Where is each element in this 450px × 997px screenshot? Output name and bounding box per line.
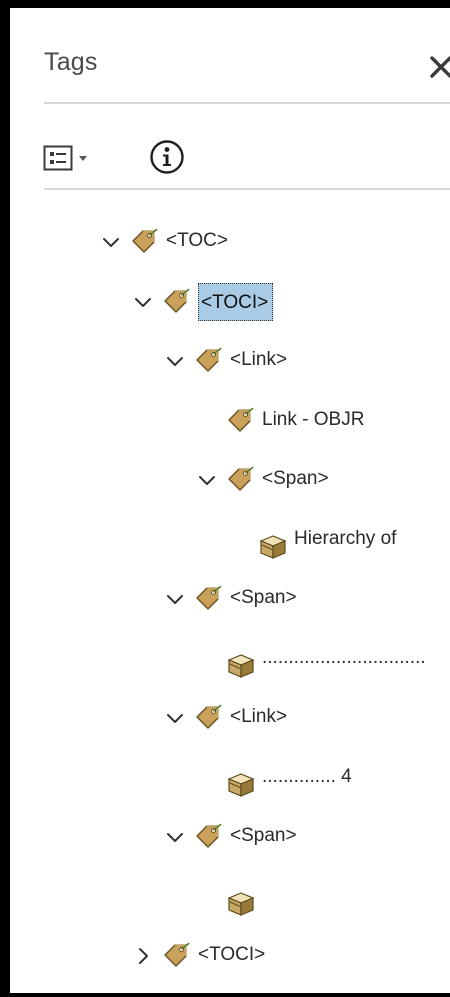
tree-node-label: <Link> [230,349,288,370]
tree-node[interactable]: <TOC> [10,224,450,264]
tag-icon [226,466,254,494]
tree-node-label: <TOCI> [198,283,274,321]
tree-node[interactable]: <Span> [10,581,450,621]
tree-node[interactable]: <Link> [10,700,450,740]
tree-node[interactable]: <Link> [10,343,450,383]
tag-icon [194,823,222,851]
tree-node[interactable]: Link - OBJR [10,403,450,443]
tag-icon [194,704,222,732]
tree-node-label: Hierarchy of [294,528,397,549]
chevron-down-icon[interactable] [164,826,186,848]
tree-node-label: <Span> [262,468,329,489]
tags-panel: Tags <TOC> <TOCI> <Link> Link - OBJR <Span> H… [0,0,450,997]
tree-node[interactable]: .............. 4 [10,760,450,800]
chevron-down-icon[interactable] [100,231,122,253]
info-icon [150,140,184,174]
chevron-down-icon[interactable] [196,469,218,491]
content-box-icon [258,532,287,560]
tree-node-label: <Link> [230,706,288,727]
tree-node-label: Link - OBJR [262,409,365,430]
tree-node-label: <Span> [230,587,297,608]
tag-icon [162,288,190,316]
content-box-icon [226,889,255,917]
tree-node-label: ............................... [262,647,426,668]
close-icon [430,56,450,78]
tree-node[interactable]: <TOCI> [10,283,450,324]
tree-node-label: .............. 4 [262,766,352,787]
tree-node[interactable]: Hierarchy of [10,522,450,562]
tag-icon [162,942,190,970]
tree-node[interactable]: <Span> [10,462,450,502]
chevron-down-icon [79,156,87,161]
divider [44,188,450,190]
chevron-down-icon[interactable] [164,588,186,610]
tag-icon [130,228,158,256]
chevron-down-icon[interactable] [164,350,186,372]
tag-icon [194,347,222,375]
close-button[interactable] [420,46,450,86]
content-box-icon [226,770,255,798]
tag-icon [226,407,254,435]
panel-title: Tags [44,48,98,76]
tree-node-label: <TOC> [166,230,228,251]
content-box-icon [226,651,255,679]
tree-node[interactable]: <Span> [10,819,450,859]
tree-node-label: <TOCI> [198,944,266,965]
options-menu-button[interactable] [43,144,115,174]
tag-icon [194,585,222,613]
chevron-down-icon[interactable] [132,291,154,313]
divider [44,102,450,104]
tree-node-label: <Span> [230,825,297,846]
chevron-right-icon[interactable] [132,945,154,967]
tree-node[interactable]: ............................... [10,641,450,681]
tree-node[interactable]: <TOCI> [10,938,450,978]
tree-node[interactable] [10,879,450,919]
info-button[interactable] [148,138,186,176]
chevron-down-icon[interactable] [164,707,186,729]
